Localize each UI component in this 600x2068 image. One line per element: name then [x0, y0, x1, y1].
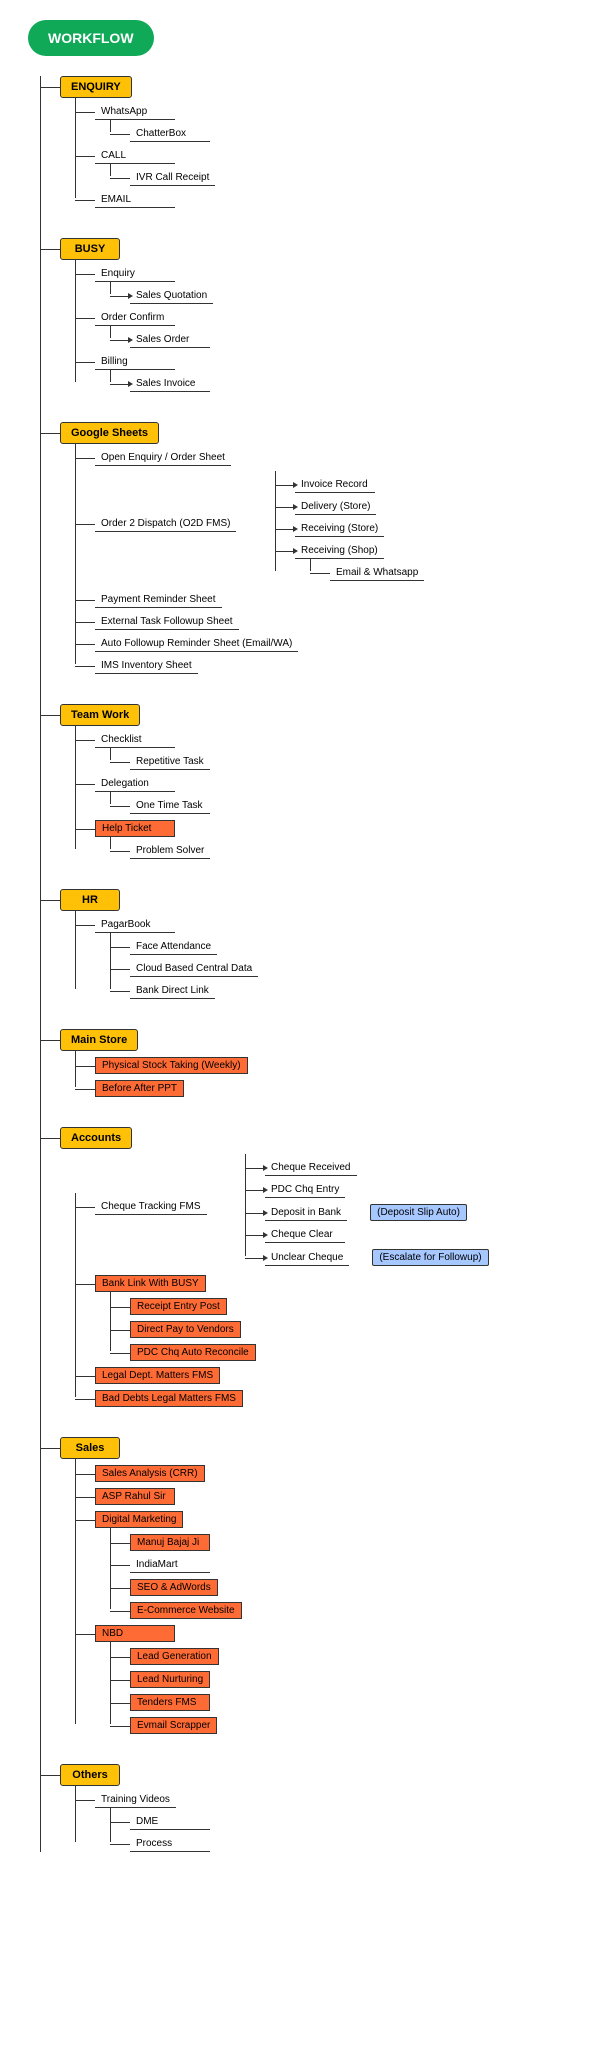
sales-nbd: NBD: [95, 1625, 175, 1642]
sales-seo: SEO & AdWords: [130, 1579, 218, 1596]
busy-bill: Billing: [95, 354, 175, 370]
gs-o2d: Order 2 Dispatch (O2D FMS): [95, 516, 236, 532]
sales-sa: Sales Analysis (CRR): [95, 1465, 205, 1482]
store-phys: Physical Stock Taking (Weekly): [95, 1057, 248, 1074]
acc-uc: Unclear Cheque: [265, 1250, 349, 1266]
hr-face: Face Attendance: [130, 939, 217, 955]
oth-dme: DME: [130, 1814, 210, 1830]
chatterbox-leaf: ChatterBox: [130, 126, 210, 142]
ivr-leaf: IVR Call Receipt: [130, 170, 215, 186]
acc-dsa: (Deposit Slip Auto): [370, 1204, 467, 1221]
acc-eff: (Escalate for Followup): [372, 1249, 488, 1266]
busy-sq: Sales Quotation: [130, 288, 213, 304]
others-node: Others: [60, 1764, 120, 1786]
gsheets-node: Google Sheets: [60, 422, 159, 444]
acc-dib: Deposit in Bank: [265, 1205, 347, 1221]
acc-cc: Cheque Clear: [265, 1227, 345, 1243]
acc-cr: Cheque Received: [265, 1160, 357, 1176]
acc-ctfms: Cheque Tracking FMS: [95, 1199, 207, 1215]
gs-recst: Receiving (Store): [295, 521, 384, 537]
enquiry-node: ENQUIRY: [60, 76, 132, 98]
team-node: Team Work: [60, 704, 140, 726]
team-check: Checklist: [95, 732, 175, 748]
email-leaf: EMAIL: [95, 192, 175, 208]
sales-dm: Digital Marketing: [95, 1511, 183, 1528]
gs-recsh: Receiving (Shop): [295, 543, 384, 559]
tree-root: ENQUIRY WhatsApp ChatterBox CALL IVR Cal…: [20, 76, 580, 1852]
gs-ext: External Task Followup Sheet: [95, 614, 239, 630]
team-rep: Repetitive Task: [130, 754, 210, 770]
team-prob: Problem Solver: [130, 843, 210, 859]
hr-pagar: PagarBook: [95, 917, 175, 933]
team-help: Help Ticket: [95, 820, 175, 837]
hr-node: HR: [60, 889, 120, 911]
store-node: Main Store: [60, 1029, 138, 1051]
sales-asp: ASP Rahul Sir: [95, 1488, 175, 1505]
accounts-node: Accounts: [60, 1127, 132, 1149]
sales-node: Sales: [60, 1437, 120, 1459]
hr-cloud: Cloud Based Central Data: [130, 961, 258, 977]
sales-ec: E-Commerce Website: [130, 1602, 242, 1619]
sales-lg: Lead Generation: [130, 1648, 219, 1665]
busy-so: Sales Order: [130, 332, 210, 348]
sales-ln: Lead Nurturing: [130, 1671, 210, 1688]
gs-del: Delivery (Store): [295, 499, 376, 515]
acc-blb: Bank Link With BUSY: [95, 1275, 206, 1292]
oth-tv: Training Videos: [95, 1792, 176, 1808]
busy-node: BUSY: [60, 238, 120, 260]
gs-open: Open Enquiry / Order Sheet: [95, 450, 231, 466]
hr-bank: Bank Direct Link: [130, 983, 215, 999]
gs-inv: Invoice Record: [295, 477, 375, 493]
acc-legal: Legal Dept. Matters FMS: [95, 1367, 220, 1384]
acc-dpv: Direct Pay to Vendors: [130, 1321, 241, 1338]
store-ba: Before After PPT: [95, 1080, 184, 1097]
call-leaf: CALL: [95, 148, 175, 164]
acc-rep: Receipt Entry Post: [130, 1298, 227, 1315]
gs-ims: IMS Inventory Sheet: [95, 658, 198, 674]
root-node: WORKFLOW: [28, 20, 154, 56]
busy-si: Sales Invoice: [130, 376, 210, 392]
busy-enq: Enquiry: [95, 266, 175, 282]
acc-pdc: PDC Chq Entry: [265, 1182, 345, 1198]
team-one: One Time Task: [130, 798, 210, 814]
busy-oc: Order Confirm: [95, 310, 175, 326]
sales-mb: Manuj Bajaj Ji: [130, 1534, 210, 1551]
sales-tf: Tenders FMS: [130, 1694, 210, 1711]
acc-par: PDC Chq Auto Reconcile: [130, 1344, 256, 1361]
gs-auto: Auto Followup Reminder Sheet (Email/WA): [95, 636, 298, 652]
acc-bad: Bad Debts Legal Matters FMS: [95, 1390, 243, 1407]
sales-im: IndiaMart: [130, 1557, 210, 1573]
team-del: Delegation: [95, 776, 175, 792]
sales-es: Evmail Scrapper: [130, 1717, 217, 1734]
whatsapp-leaf: WhatsApp: [95, 104, 175, 120]
gs-pay: Payment Reminder Sheet: [95, 592, 222, 608]
oth-proc: Process: [130, 1836, 210, 1852]
gs-ewa: Email & Whatsapp: [330, 565, 424, 581]
